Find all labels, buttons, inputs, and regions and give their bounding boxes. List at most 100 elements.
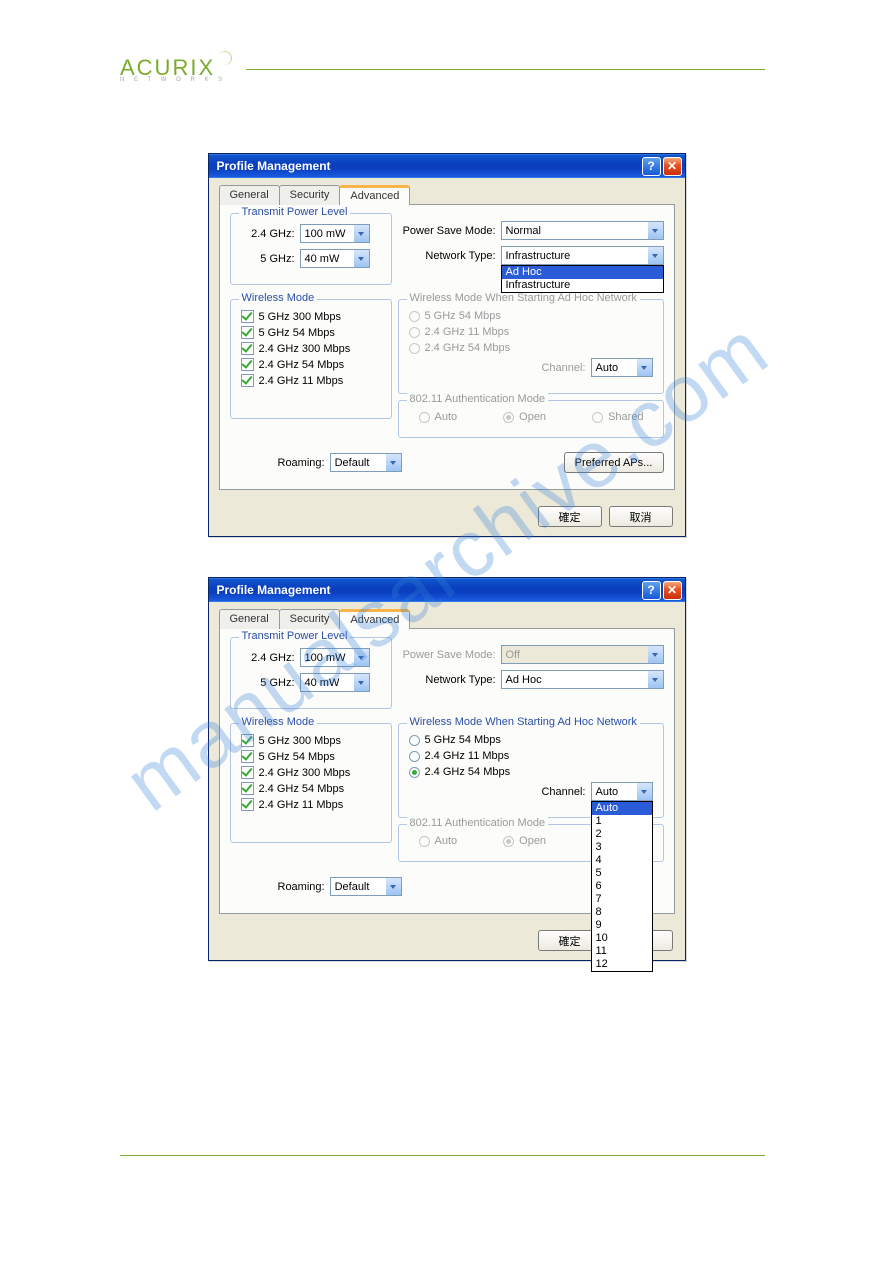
- check-label: 2.4 GHz 11 Mbps: [259, 375, 344, 387]
- combo-5ghz-power-value: 40 mW: [301, 253, 354, 265]
- option-channel[interactable]: 1: [592, 815, 652, 828]
- channel-dropdown[interactable]: Auto 1 2 3 4 5 6 7 8: [591, 801, 653, 972]
- radio-auth-auto: Auto: [419, 835, 458, 847]
- group-transmit-power: Transmit Power Level 2.4 GHz: 100 mW 5 G…: [230, 637, 392, 709]
- combo-5ghz-power[interactable]: 40 mW: [300, 673, 370, 692]
- titlebar-help-button[interactable]: ?: [642, 157, 661, 176]
- option-channel[interactable]: 9: [592, 919, 652, 932]
- combo-network-type-value: Infrastructure: [502, 250, 648, 262]
- check-24ghz-11[interactable]: 2.4 GHz 11 Mbps: [241, 798, 381, 811]
- combo-roaming[interactable]: Default: [330, 877, 402, 896]
- option-adhoc[interactable]: Ad Hoc: [502, 266, 663, 279]
- tab-general[interactable]: General: [219, 185, 280, 205]
- radio-auth-auto: Auto: [419, 411, 458, 423]
- chevron-down-icon: [354, 649, 369, 666]
- chevron-down-icon: [637, 359, 652, 376]
- label-power-save: Power Save Mode:: [398, 225, 496, 237]
- option-channel[interactable]: 11: [592, 945, 652, 958]
- option-channel[interactable]: 8: [592, 906, 652, 919]
- option-channel[interactable]: 3: [592, 841, 652, 854]
- label-power-save: Power Save Mode:: [398, 649, 496, 661]
- radio-icon: [409, 327, 420, 338]
- combo-roaming[interactable]: Default: [330, 453, 402, 472]
- check-label: 2.4 GHz 54 Mbps: [259, 783, 345, 795]
- cancel-button[interactable]: 取消: [609, 506, 673, 527]
- preferred-aps-button[interactable]: Preferred APs...: [564, 452, 664, 473]
- tab-security[interactable]: Security: [279, 609, 341, 629]
- check-24ghz-300[interactable]: 2.4 GHz 300 Mbps: [241, 342, 381, 355]
- option-channel[interactable]: 4: [592, 854, 652, 867]
- chevron-down-icon: [386, 454, 401, 471]
- titlebar-close-button[interactable]: ✕: [663, 581, 682, 600]
- combo-network-type[interactable]: Ad Hoc: [501, 670, 664, 689]
- check-24ghz-54[interactable]: 2.4 GHz 54 Mbps: [241, 782, 381, 795]
- check-24ghz-300[interactable]: 2.4 GHz 300 Mbps: [241, 766, 381, 779]
- check-label: 2.4 GHz 300 Mbps: [259, 767, 351, 779]
- check-5ghz-54[interactable]: 5 GHz 54 Mbps: [241, 326, 381, 339]
- combo-24ghz-power-value: 100 mW: [301, 652, 354, 664]
- radio-label: Shared: [608, 411, 643, 423]
- group-title-wireless: Wireless Mode: [239, 716, 318, 728]
- dialog-profile-management-1: Profile Management ? ✕ General Security …: [208, 153, 686, 537]
- option-channel[interactable]: 2: [592, 828, 652, 841]
- network-type-dropdown[interactable]: Ad Hoc Infrastructure: [501, 265, 664, 293]
- combo-channel[interactable]: Auto: [591, 358, 653, 377]
- radio-5ghz-54[interactable]: 5 GHz 54 Mbps: [409, 734, 653, 746]
- tabs: General Security Advanced: [219, 185, 675, 205]
- combo-24ghz-power[interactable]: 100 mW: [300, 648, 370, 667]
- titlebar-help-button[interactable]: ?: [642, 581, 661, 600]
- radio-icon: [419, 412, 430, 423]
- option-channel[interactable]: 5: [592, 867, 652, 880]
- checkbox-icon: [241, 798, 254, 811]
- group-title-transmit: Transmit Power Level: [239, 206, 351, 218]
- combo-24ghz-power-value: 100 mW: [301, 228, 354, 240]
- logo-wave-icon: [217, 49, 234, 66]
- label-channel: Channel:: [541, 362, 585, 374]
- radio-24ghz-54[interactable]: 2.4 GHz 54 Mbps: [409, 766, 653, 778]
- checkbox-icon: [241, 750, 254, 763]
- option-channel[interactable]: 10: [592, 932, 652, 945]
- radio-label: 2.4 GHz 11 Mbps: [425, 326, 510, 338]
- tab-security[interactable]: Security: [279, 185, 341, 205]
- titlebar[interactable]: Profile Management ? ✕: [209, 578, 685, 602]
- combo-power-save[interactable]: Normal: [501, 221, 664, 240]
- check-5ghz-300[interactable]: 5 GHz 300 Mbps: [241, 734, 381, 747]
- radio-24ghz-11[interactable]: 2.4 GHz 11 Mbps: [409, 750, 653, 762]
- option-infrastructure[interactable]: Infrastructure: [502, 279, 663, 292]
- check-5ghz-300[interactable]: 5 GHz 300 Mbps: [241, 310, 381, 323]
- chevron-down-icon: [637, 783, 652, 800]
- tab-advanced[interactable]: Advanced: [339, 609, 410, 629]
- group-adhoc-start: Wireless Mode When Starting Ad Hoc Netwo…: [398, 723, 664, 818]
- combo-5ghz-power[interactable]: 40 mW: [300, 249, 370, 268]
- titlebar[interactable]: Profile Management ? ✕: [209, 154, 685, 178]
- check-24ghz-11[interactable]: 2.4 GHz 11 Mbps: [241, 374, 381, 387]
- combo-roaming-value: Default: [331, 457, 386, 469]
- combo-network-type-value: Ad Hoc: [502, 674, 648, 686]
- tab-general[interactable]: General: [219, 609, 280, 629]
- tab-advanced[interactable]: Advanced: [339, 185, 410, 205]
- option-channel[interactable]: 7: [592, 893, 652, 906]
- combo-roaming-value: Default: [331, 881, 386, 893]
- ok-button[interactable]: 確定: [538, 506, 602, 527]
- combo-channel[interactable]: Auto Auto 1 2 3 4 5 6: [591, 782, 653, 801]
- group-title-auth: 802.11 Authentication Mode: [407, 817, 549, 829]
- tab-panel-advanced: Transmit Power Level 2.4 GHz: 100 mW 5 G…: [219, 628, 675, 914]
- radio-label: 5 GHz 54 Mbps: [425, 734, 501, 746]
- titlebar-close-button[interactable]: ✕: [663, 157, 682, 176]
- combo-network-type[interactable]: Infrastructure Ad Hoc Infrastructure: [501, 246, 664, 265]
- option-channel[interactable]: 6: [592, 880, 652, 893]
- chevron-down-icon: [648, 646, 663, 663]
- option-channel[interactable]: Auto: [592, 802, 652, 815]
- check-5ghz-54[interactable]: 5 GHz 54 Mbps: [241, 750, 381, 763]
- group-title-adhoc: Wireless Mode When Starting Ad Hoc Netwo…: [407, 292, 640, 304]
- radio-icon: [409, 343, 420, 354]
- option-channel[interactable]: 12: [592, 958, 652, 971]
- group-title-auth: 802.11 Authentication Mode: [407, 393, 549, 405]
- group-wireless-mode: Wireless Mode 5 GHz 300 Mbps 5 GHz 54 Mb…: [230, 299, 392, 419]
- brand-subtitle: N E T W O R K S: [120, 77, 226, 83]
- radio-icon: [503, 836, 514, 847]
- combo-24ghz-power[interactable]: 100 mW: [300, 224, 370, 243]
- combo-channel-value: Auto: [592, 786, 637, 798]
- check-24ghz-54[interactable]: 2.4 GHz 54 Mbps: [241, 358, 381, 371]
- checkbox-icon: [241, 310, 254, 323]
